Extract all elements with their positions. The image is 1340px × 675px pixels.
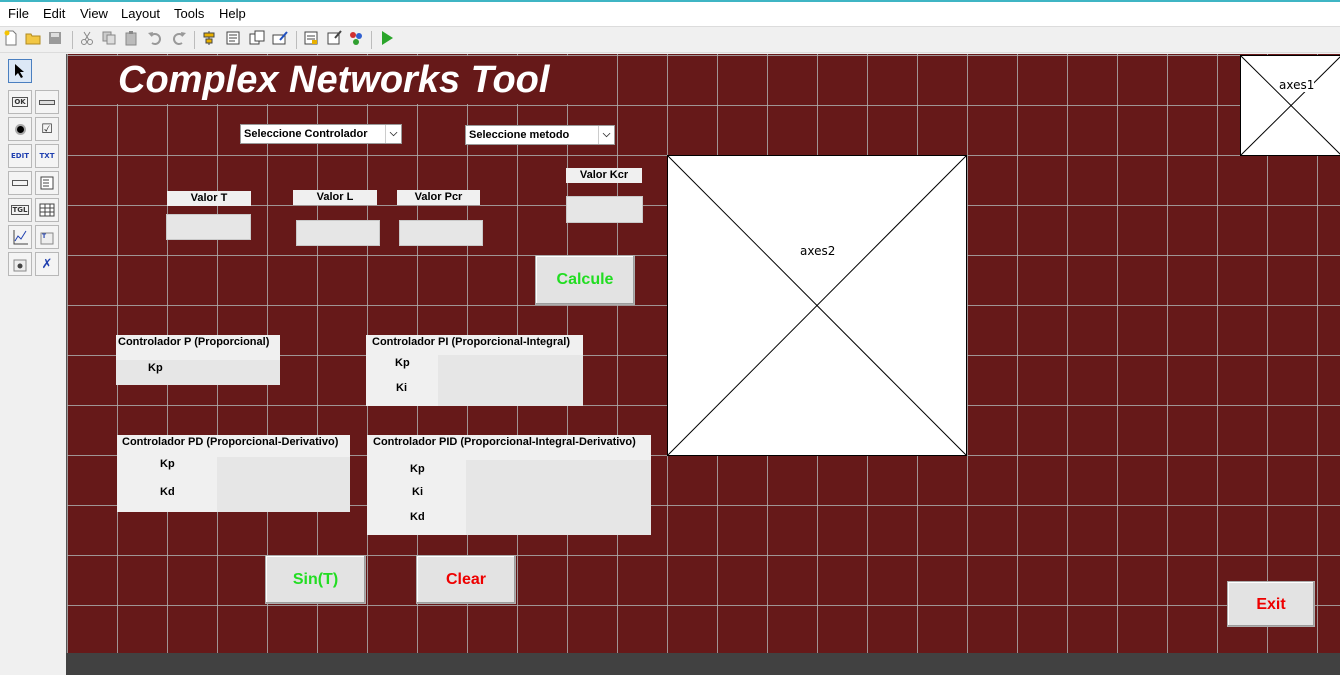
copy-icon[interactable] [100,30,118,48]
undo-icon[interactable] [146,30,164,48]
menu-bar: File Edit View Layout Tools Help [0,2,1340,26]
activex-tool-icon[interactable]: ✗ [35,252,59,276]
panel-pd-kd-label: Kd [160,486,175,498]
menu-file[interactable]: File [8,6,29,21]
menu-help[interactable]: Help [219,6,246,21]
clear-button[interactable]: Clear [416,555,516,604]
push-button-tool-icon[interactable]: OK [8,90,32,114]
toolbar-separator [72,31,73,49]
editor-icon[interactable] [302,30,320,48]
axes2-label: axes2 [800,244,836,258]
popup-menu-tool-icon[interactable] [8,171,32,195]
panel-pid-kp-label: Kp [410,463,425,475]
panel-pi-ki-label: Ki [396,382,407,394]
object-browser-icon[interactable] [347,30,365,48]
calcule-button[interactable]: Calcule [535,255,635,305]
panel-pi-kp-label: Kp [395,357,410,369]
listbox-tool-icon[interactable] [35,171,59,195]
valor-l-input[interactable] [296,220,380,246]
menu-edit[interactable]: Edit [43,6,65,21]
panel-pid-kd-label: Kd [410,511,425,523]
valor-kcr-input[interactable] [566,196,643,223]
property-inspector-icon[interactable] [325,30,343,48]
status-bar [66,653,1340,675]
slider-tool-icon[interactable] [35,90,59,114]
toolbar-separator [371,31,372,49]
panel-pd-title: Controlador PD (Proporcional-Derivativo) [122,436,339,448]
valor-t-label: Valor T [167,191,251,206]
controller-select[interactable]: Seleccione Controlador ⌵ [240,124,402,144]
panel-pid-output [466,460,651,535]
cut-icon[interactable] [78,30,96,48]
method-select[interactable]: Seleccione metodo ⌵ [465,125,615,145]
panel-pid-title: Controlador PID (Proporcional-Integral-D… [373,436,636,448]
redo-icon[interactable] [170,30,188,48]
controller-select-value: Seleccione Controlador [244,128,368,140]
method-select-value: Seleccione metodo [469,129,570,141]
exit-button[interactable]: Exit [1227,581,1315,627]
panel-p-field-bg [116,360,280,385]
open-folder-icon[interactable] [24,30,42,48]
static-text-tool-icon[interactable]: TXT [35,144,59,168]
panel-pi-title: Controlador PI (Proporcional-Integral) [372,336,571,348]
tab-order-icon[interactable] [248,30,266,48]
valor-l-label: Valor L [293,190,377,205]
paste-icon[interactable] [122,30,140,48]
new-file-icon[interactable] [2,30,20,48]
component-palette: OK ☑ EDIT TXT TGL T ✗ [0,54,66,675]
gui-title: Complex Networks Tool [104,56,576,104]
axes1-placeholder-cross [1241,56,1340,155]
panel-pi-output [438,355,583,406]
toolbar-separator [296,31,297,49]
panel-pd-kp-label: Kp [160,458,175,470]
valor-t-input[interactable] [166,214,251,240]
axes-tool-icon[interactable] [8,225,32,249]
menu-view[interactable]: View [80,6,108,21]
align-icon[interactable] [200,30,218,48]
panel-tool-icon[interactable]: T [35,225,59,249]
menu-tools[interactable]: Tools [174,6,204,21]
select-tool-icon[interactable] [8,59,32,83]
edit-text-tool-icon[interactable]: EDIT [8,144,32,168]
sin-t-button[interactable]: Sin(T) [265,555,366,604]
chevron-down-icon: ⌵ [385,125,401,143]
panel-pi: Controlador PI (Proporcional-Integral) K… [366,335,583,406]
panel-p-kp-label: Kp [148,362,163,374]
chevron-down-icon: ⌵ [598,126,614,144]
panel-p: Controlador P (Proporcional) Kp [116,335,280,385]
button-group-tool-icon[interactable] [8,252,32,276]
menu-layout[interactable]: Layout [121,6,160,21]
axes2-plot[interactable]: axes2 [667,155,967,456]
axes1-label: axes1 [1279,78,1315,92]
menu-editor-icon[interactable] [224,30,242,48]
panel-pd: Controlador PD (Proporcional-Derivativo)… [117,435,350,512]
panel-p-title: Controlador P (Proporcional) [118,336,270,348]
valor-pcr-input[interactable] [399,220,483,246]
toggle-button-tool-icon[interactable]: TGL [8,198,32,222]
toolbar-separator [194,31,195,49]
valor-pcr-label: Valor Pcr [397,190,480,205]
valor-kcr-label: Valor Kcr [566,168,642,183]
panel-pd-output [217,457,350,512]
axes1-plot[interactable]: axes1 [1240,55,1340,156]
run-icon[interactable] [378,30,396,48]
panel-pid: Controlador PID (Proporcional-Integral-D… [367,435,651,535]
toolbar [0,26,1340,53]
checkbox-tool-icon[interactable]: ☑ [35,117,59,141]
table-tool-icon[interactable] [35,198,59,222]
save-icon[interactable] [46,30,64,48]
panel-pid-ki-label: Ki [412,486,423,498]
axes2-placeholder-cross [668,156,966,455]
radio-button-tool-icon[interactable] [8,117,32,141]
toolbar-editor-icon[interactable] [271,30,289,48]
